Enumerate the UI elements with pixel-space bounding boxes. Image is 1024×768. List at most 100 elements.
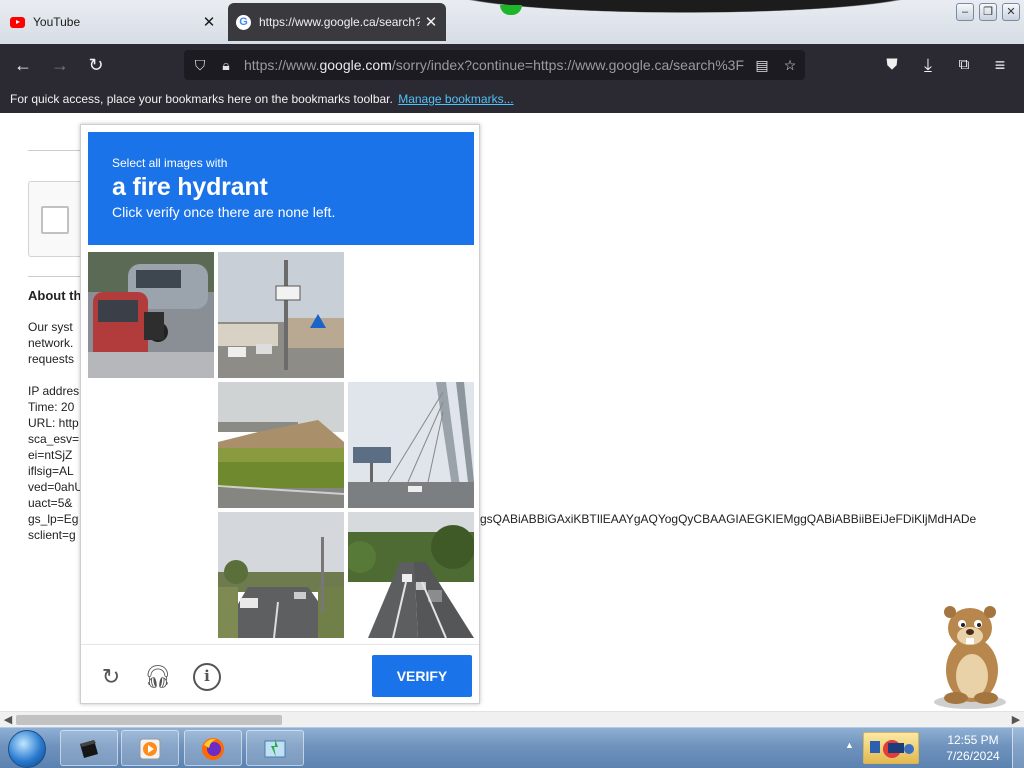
verify-button[interactable]: VERIFY xyxy=(372,655,472,697)
clock-time: 12:55 PM xyxy=(947,733,999,747)
media-player-icon xyxy=(139,738,161,760)
tile-image xyxy=(348,382,474,508)
tile-image xyxy=(348,512,474,638)
info-icon[interactable]: i xyxy=(193,663,221,691)
reader-view-icon[interactable]: ▤ xyxy=(752,50,772,80)
meta-line: IP addres xyxy=(28,384,80,398)
recaptcha-checkbox-card xyxy=(28,181,88,257)
menu-icon[interactable]: ≡ xyxy=(985,50,1015,80)
google-icon: G xyxy=(236,14,251,30)
forward-button[interactable]: → xyxy=(45,50,75,80)
meta-line: sca_esv= xyxy=(28,432,80,446)
tile-image xyxy=(218,382,344,508)
pocket-icon[interactable]: ⛊ xyxy=(877,50,907,80)
captcha-footer: ↻ 🎧︎ i VERIFY xyxy=(81,644,479,704)
captcha-tile-2[interactable] xyxy=(218,252,344,378)
captcha-header: Select all images with a fire hydrant Cl… xyxy=(88,132,474,245)
captcha-tile-5[interactable] xyxy=(218,382,344,508)
meta-line: URL: http xyxy=(28,416,79,430)
captcha-tile-6[interactable] xyxy=(348,382,474,508)
taskbar-terminal[interactable] xyxy=(60,730,118,766)
meta-line: Time: 20 xyxy=(28,400,75,414)
extensions-icon[interactable]: ⧉ xyxy=(949,50,979,80)
minimize-button[interactable]: – xyxy=(956,3,974,21)
url-text[interactable]: https://www.google.com/sorry/index?conti… xyxy=(244,50,744,80)
bookmark-star-icon[interactable]: ☆ xyxy=(780,50,800,80)
meta-line: sclient=g xyxy=(28,528,76,542)
tile-image xyxy=(88,252,214,378)
taskbar: ▲ 12:55 PM 7/26/2024 xyxy=(0,727,1024,768)
firefox-icon xyxy=(202,738,224,760)
audio-challenge-icon[interactable]: 🎧︎ xyxy=(144,663,172,691)
show-desktop-button[interactable] xyxy=(1012,728,1024,768)
meta-line: ved=0ahU xyxy=(28,480,84,494)
query-string-text: gsQABiABBiGAxiKBTIlEAAYgAQYogQyCBAAGIAEG… xyxy=(480,512,977,526)
body-line: requests xyxy=(28,352,75,366)
mascot-character[interactable] xyxy=(928,600,1012,710)
clock-date: 7/26/2024 xyxy=(946,749,1000,763)
meta-line: iflsig=AL xyxy=(28,464,74,478)
horizontal-scrollbar[interactable]: ◀ ▶ xyxy=(0,711,1024,727)
reload-button[interactable]: ↻ xyxy=(81,50,111,80)
youtube-icon xyxy=(10,16,25,28)
captcha-instruction: Select all images with xyxy=(112,156,228,170)
scrollbar-thumb[interactable] xyxy=(16,715,282,725)
divider xyxy=(28,150,88,151)
lock-icon[interactable]: 🔒︎ xyxy=(216,50,236,80)
tray-active-app[interactable] xyxy=(863,732,919,764)
captcha-target: a fire hydrant xyxy=(112,173,268,201)
body-line: network. xyxy=(28,336,74,350)
tab-strip: YouTube ✕ G https://www.google.ca/search… xyxy=(0,0,1024,44)
tile-image xyxy=(218,252,344,378)
tab-google[interactable]: G https://www.google.ca/search?q= ✕ xyxy=(228,3,446,41)
close-tab-icon[interactable]: ✕ xyxy=(198,13,220,31)
start-button[interactable] xyxy=(8,730,46,768)
captcha-tile-1[interactable] xyxy=(88,252,214,378)
back-button[interactable]: ← xyxy=(8,50,38,80)
body-line: Our syst xyxy=(28,320,73,334)
url-bar[interactable]: ⛉ 🔒︎ https://www.google.com/sorry/index?… xyxy=(184,50,805,80)
meta-line: uact=5& xyxy=(28,496,73,510)
bookmarks-toolbar: For quick access, place your bookmarks h… xyxy=(0,86,1024,113)
meta-line: gs_lp=Eg xyxy=(28,512,79,526)
scroll-right-icon[interactable]: ▶ xyxy=(1008,712,1024,728)
url-host: google.com xyxy=(319,57,392,73)
recaptcha-checkbox[interactable] xyxy=(41,206,69,234)
shield-icon[interactable]: ⛉ xyxy=(190,50,210,80)
tab-title: https://www.google.ca/search?q= xyxy=(259,15,420,29)
taskbar-firefox[interactable] xyxy=(184,730,242,766)
close-window-button[interactable]: ✕ xyxy=(1002,3,1020,21)
tray-expand-icon[interactable]: ▲ xyxy=(845,740,854,750)
maximize-button[interactable]: ❐ xyxy=(979,3,997,21)
terminal-icon xyxy=(80,740,98,758)
taskbar-app[interactable] xyxy=(246,730,304,766)
taskbar-media-player[interactable] xyxy=(121,730,179,766)
app-icon xyxy=(264,739,286,758)
captcha-tile-4[interactable] xyxy=(88,382,214,508)
captcha-challenge: Select all images with a fire hydrant Cl… xyxy=(80,124,480,704)
captcha-hint: Click verify once there are none left. xyxy=(112,204,336,220)
title-decoration xyxy=(460,0,960,16)
about-heading: About th xyxy=(28,288,82,303)
captcha-image-grid xyxy=(88,252,474,638)
download-icon[interactable]: ⤓ xyxy=(913,50,943,80)
reload-challenge-icon[interactable]: ↻ xyxy=(97,663,125,691)
close-tab-icon[interactable]: ✕ xyxy=(420,13,442,31)
url-prefix: https://www. xyxy=(244,57,320,73)
manage-bookmarks-link[interactable]: Manage bookmarks... xyxy=(398,92,513,106)
captcha-tile-8[interactable] xyxy=(218,512,344,638)
tab-title: YouTube xyxy=(33,15,81,29)
scroll-left-icon[interactable]: ◀ xyxy=(0,712,16,728)
url-path: /sorry/index?continue=https://www.google… xyxy=(391,57,744,73)
captcha-tile-9[interactable] xyxy=(348,512,474,638)
captcha-tile-7[interactable] xyxy=(88,512,214,638)
meta-line: ei=ntSjZ xyxy=(28,448,73,462)
system-clock[interactable]: 12:55 PM 7/26/2024 xyxy=(940,732,1006,764)
tab-youtube[interactable]: YouTube ✕ xyxy=(0,3,224,41)
desktop: YouTube ✕ G https://www.google.ca/search… xyxy=(0,0,1024,768)
tray-icons xyxy=(870,740,914,758)
tile-image xyxy=(218,512,344,638)
divider xyxy=(28,276,88,277)
bookmarks-hint: For quick access, place your bookmarks h… xyxy=(10,92,393,106)
captcha-tile-3[interactable] xyxy=(348,252,474,378)
